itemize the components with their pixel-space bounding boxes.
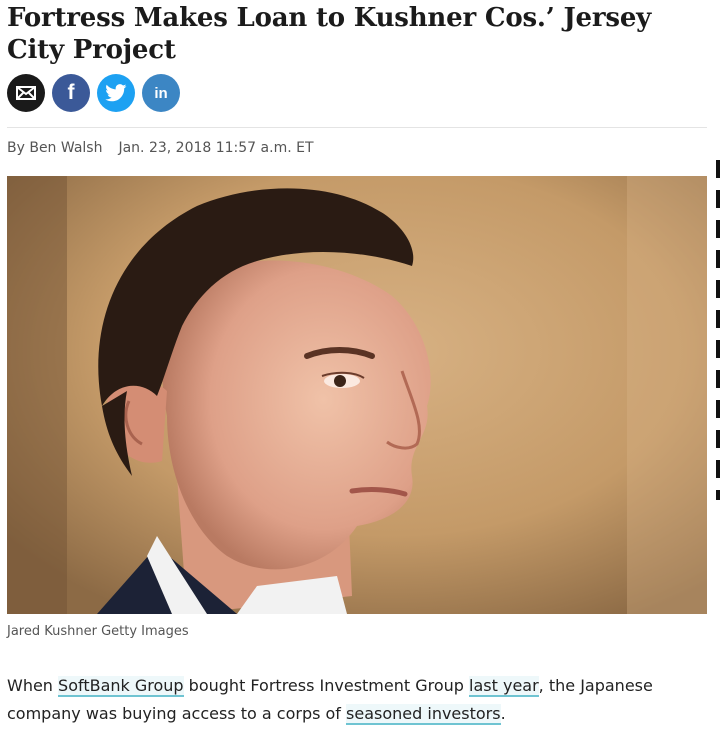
author-name[interactable]: By Ben Walsh xyxy=(7,140,102,156)
paragraph-text: bought Fortress Investment Group xyxy=(183,676,470,695)
article-headline: Fortress Makes Loan to Kushner Cos.’ Jer… xyxy=(7,3,652,65)
photo-caption: Jared Kushner Getty Images xyxy=(7,624,189,639)
share-facebook-button[interactable]: f xyxy=(52,74,90,112)
share-email-button[interactable] xyxy=(7,74,45,112)
byline: By Ben Walsh Jan. 23, 2018 11:57 a.m. ET xyxy=(7,140,314,156)
twitter-bird-icon xyxy=(105,84,127,102)
paragraph-text: . xyxy=(500,704,506,723)
divider xyxy=(7,127,707,128)
page-edge-artifact xyxy=(716,160,720,500)
article-paragraph: When SoftBank Group bought Fortress Inve… xyxy=(7,672,707,728)
share-toolbar: f in xyxy=(7,74,180,112)
link-last-year[interactable]: last year xyxy=(469,676,539,697)
portrait-illustration xyxy=(7,176,707,614)
link-softbank-group[interactable]: SoftBank Group xyxy=(58,676,184,697)
envelope-icon xyxy=(16,86,36,100)
share-linkedin-button[interactable]: in xyxy=(142,74,180,112)
link-seasoned-investors[interactable]: seasoned investors xyxy=(346,704,501,725)
linkedin-icon: in xyxy=(154,84,168,102)
facebook-icon: f xyxy=(67,81,75,104)
publish-timestamp: Jan. 23, 2018 11:57 a.m. ET xyxy=(118,140,314,156)
article-photo xyxy=(7,176,707,614)
share-twitter-button[interactable] xyxy=(97,74,135,112)
paragraph-text: When xyxy=(7,676,59,695)
